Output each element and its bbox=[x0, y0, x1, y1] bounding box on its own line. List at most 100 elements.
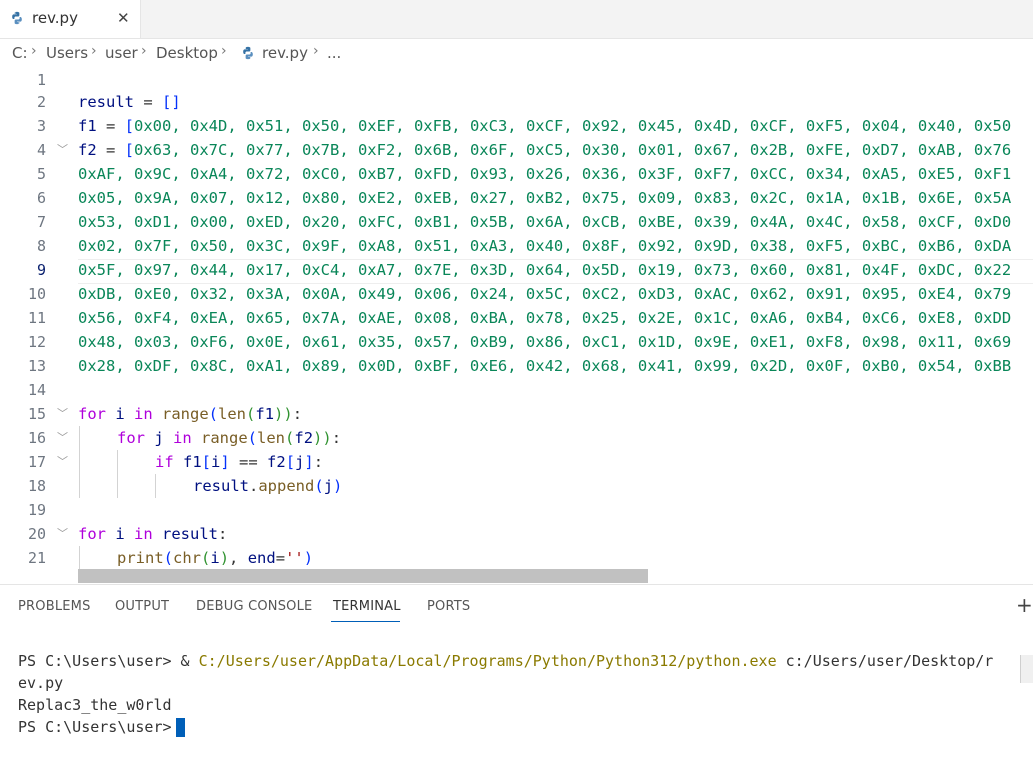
code-token: len bbox=[218, 405, 247, 423]
line-number: 3 bbox=[36, 117, 46, 135]
line-number: 14 bbox=[27, 381, 46, 399]
code-line-6: 0x05, 0x9A, 0x07, 0x12, 0x80, 0xE2, 0xEB… bbox=[78, 189, 1012, 207]
code-token: : bbox=[313, 453, 324, 471]
breadcrumb: C: › Users › user › Desktop › rev.py › .… bbox=[0, 40, 1033, 68]
fold-chevron-icon[interactable]: ﹀ bbox=[57, 426, 68, 450]
code-line-11: 0x56, 0xF4, 0xEA, 0x65, 0x7A, 0xAE, 0x08… bbox=[78, 309, 1012, 327]
code-token: range bbox=[191, 429, 248, 447]
chevron-right-icon: › bbox=[313, 43, 319, 59]
code-line-9: 0x5F, 0x97, 0x44, 0x17, 0xC4, 0xA7, 0x7E… bbox=[78, 261, 1012, 279]
code-token: i bbox=[211, 453, 221, 471]
horizontal-scrollbar[interactable] bbox=[78, 569, 648, 583]
line-number: 21 bbox=[27, 549, 46, 567]
code-line-5: 0xAF, 0x9C, 0xA4, 0x72, 0xC0, 0xB7, 0xFD… bbox=[78, 165, 1012, 183]
line-number: 5 bbox=[36, 165, 46, 183]
terminal-exe-path: C:/Users/user/AppData/Local/Programs/Pyt… bbox=[198, 652, 777, 670]
code-token: result bbox=[152, 525, 218, 543]
line-number: 7 bbox=[36, 213, 46, 231]
terminal-cursor bbox=[175, 718, 185, 737]
code-token: range bbox=[152, 405, 209, 423]
fold-chevron-icon[interactable]: ﹀ bbox=[57, 402, 68, 426]
line-number: 17 bbox=[27, 453, 46, 471]
code-token: [] bbox=[162, 93, 181, 111]
code-token: = bbox=[134, 93, 162, 111]
line-number: 18 bbox=[27, 477, 46, 495]
code-line-21: print(chr(i), end='') bbox=[117, 546, 313, 570]
breadcrumb-item-file[interactable]: rev.py bbox=[262, 44, 308, 62]
code-editor[interactable]: 1 2 3 4 5 6 7 8 9 10 11 12 13 14 15 16 1… bbox=[0, 68, 1033, 584]
code-token: chr bbox=[173, 549, 202, 567]
tab-debug-console[interactable]: DEBUG CONSOLE bbox=[196, 599, 312, 614]
code-token: == bbox=[229, 453, 268, 471]
code-token: j bbox=[295, 453, 305, 471]
code-token: for bbox=[78, 405, 106, 423]
line-number: 6 bbox=[36, 189, 46, 207]
breadcrumb-item-user[interactable]: user bbox=[105, 44, 138, 62]
code-token: : bbox=[331, 429, 342, 447]
code-token: )) bbox=[274, 405, 293, 423]
code-line-15: for i in range(len(f1)): bbox=[78, 402, 302, 426]
fold-chevron-icon[interactable]: ﹀ bbox=[57, 450, 68, 474]
python-icon bbox=[243, 46, 253, 60]
code-token: : bbox=[218, 525, 228, 543]
code-token: f1 bbox=[78, 117, 97, 135]
code-token: j bbox=[323, 477, 334, 495]
indent-guide bbox=[79, 546, 80, 570]
indent-guide bbox=[79, 426, 80, 498]
code-token: ( bbox=[163, 549, 174, 567]
tab-output[interactable]: OUTPUT bbox=[115, 599, 169, 614]
editor-tab-bar: rev.py ✕ bbox=[0, 0, 1033, 39]
tab-rev-py[interactable]: rev.py ✕ bbox=[0, 0, 141, 38]
fold-chevron-icon[interactable]: ﹀ bbox=[57, 522, 68, 546]
code-token: f2 bbox=[78, 141, 97, 159]
code-token: )) bbox=[313, 429, 332, 447]
line-number: 19 bbox=[27, 501, 46, 519]
code-token: [ bbox=[124, 117, 135, 135]
active-tab-indicator bbox=[331, 621, 400, 622]
code-token: in bbox=[173, 429, 192, 447]
code-token: f1 bbox=[255, 405, 275, 423]
code-token: [ bbox=[201, 453, 212, 471]
indent-guide bbox=[155, 474, 156, 498]
chevron-right-icon: › bbox=[141, 43, 147, 59]
code-token: print bbox=[117, 549, 164, 567]
tab-terminal[interactable]: TERMINAL bbox=[333, 599, 401, 614]
code-token: i bbox=[210, 549, 220, 567]
code-token: f1 bbox=[173, 453, 202, 471]
breadcrumb-item-users[interactable]: Users bbox=[46, 44, 88, 62]
code-token: j bbox=[145, 429, 173, 447]
terminal-prompt: PS C:\Users\user> bbox=[18, 718, 172, 736]
code-token: : bbox=[292, 405, 303, 423]
close-icon[interactable]: ✕ bbox=[117, 9, 130, 27]
code-token: , bbox=[229, 549, 248, 567]
terminal-arg: c:/Users/user/Desktop/r bbox=[776, 652, 994, 670]
chevron-right-icon: › bbox=[31, 43, 37, 59]
code-line-20: for i in result: bbox=[78, 522, 227, 546]
code-token: if bbox=[155, 453, 174, 471]
code-line-8: 0x02, 0x7F, 0x50, 0x3C, 0x9F, 0xA8, 0x51… bbox=[78, 237, 1012, 255]
code-token: ( bbox=[246, 405, 256, 423]
code-token: in bbox=[134, 525, 153, 543]
code-token: ) bbox=[219, 549, 230, 567]
breadcrumb-item-symbol[interactable]: ... bbox=[327, 44, 341, 62]
fold-chevron-icon[interactable]: ﹀ bbox=[57, 138, 68, 162]
breadcrumb-item-desktop[interactable]: Desktop bbox=[156, 44, 218, 62]
terminal-prompt: PS C:\Users\user> & bbox=[18, 652, 199, 670]
terminal-line: ev.py bbox=[18, 674, 64, 692]
tab-problems[interactable]: PROBLEMS bbox=[18, 599, 91, 614]
code-token: f2 bbox=[294, 429, 314, 447]
tab-ports[interactable]: PORTS bbox=[427, 599, 470, 614]
code-line-12: 0x48, 0x03, 0xF6, 0x0E, 0x61, 0x35, 0x57… bbox=[78, 333, 1012, 351]
terminal-line[interactable]: PS C:\Users\user> bbox=[18, 716, 185, 738]
bottom-panel: PROBLEMS OUTPUT DEBUG CONSOLE TERMINAL P… bbox=[0, 584, 1033, 766]
terminal-scrollbar[interactable] bbox=[1020, 655, 1033, 683]
line-number-current: 9 bbox=[36, 261, 46, 279]
code-line-7: 0x53, 0xD1, 0x00, 0xED, 0x20, 0xFC, 0xB1… bbox=[78, 213, 1012, 231]
code-token: end bbox=[247, 549, 276, 567]
breadcrumb-item-drive[interactable]: C: bbox=[12, 44, 28, 62]
line-number: 1 bbox=[36, 71, 46, 89]
code-token: '' bbox=[285, 549, 304, 567]
line-number: 8 bbox=[36, 237, 46, 255]
code-line-4: f2 = [0x63, 0x7C, 0x77, 0x7B, 0xF2, 0x6B… bbox=[78, 138, 1011, 162]
plus-icon[interactable]: + bbox=[1016, 593, 1033, 617]
